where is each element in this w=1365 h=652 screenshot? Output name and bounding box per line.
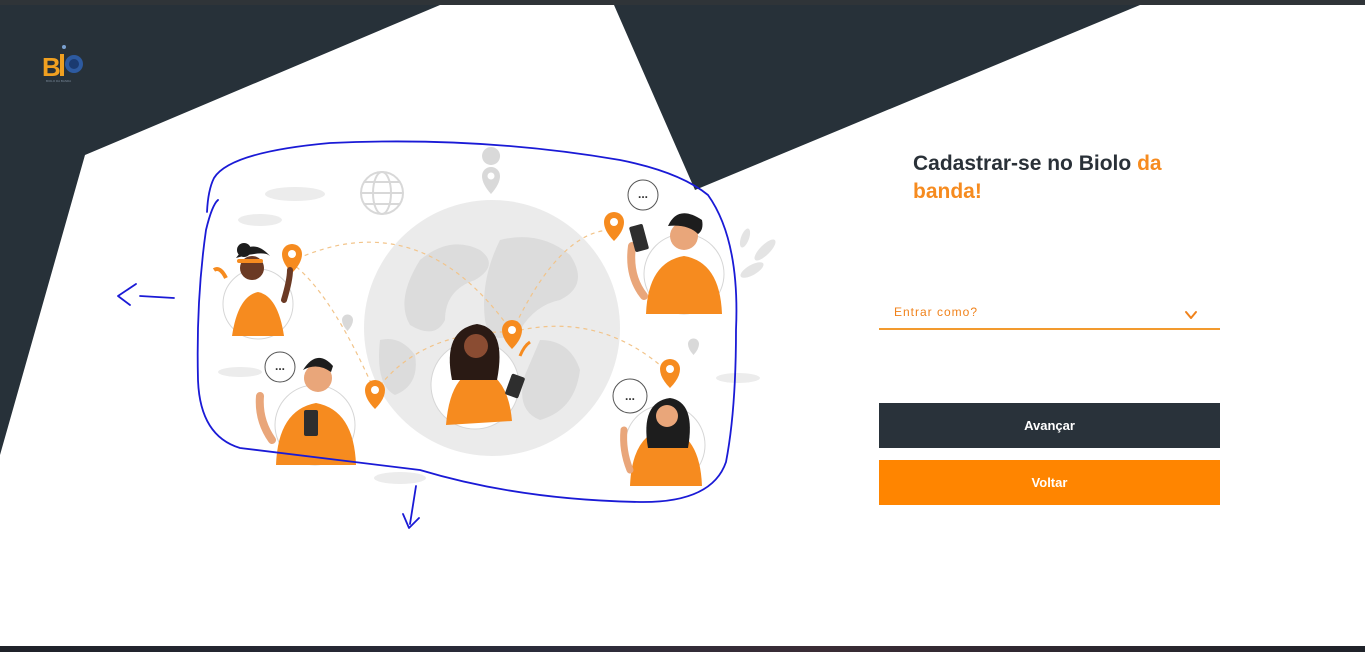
cloud-shape xyxy=(374,472,426,484)
role-select[interactable]: Entrar como? xyxy=(879,300,1220,330)
globe-icon xyxy=(360,171,404,215)
cloud-shape xyxy=(265,187,325,201)
page-title: Cadastrar-se no Biolo da banda! xyxy=(913,152,1162,203)
back-button[interactable]: Voltar xyxy=(879,460,1220,505)
speech-bubble: ... xyxy=(264,351,296,383)
bottom-strip xyxy=(0,646,1365,652)
speech-bubble: ... xyxy=(612,378,648,414)
location-pin-icon xyxy=(482,147,501,194)
leaf-decoration xyxy=(739,228,776,278)
person-avatar: ... xyxy=(255,351,356,466)
role-select-placeholder: Entrar como? xyxy=(894,305,979,319)
left-arrow-icon xyxy=(117,283,175,306)
location-pin-icon xyxy=(688,338,699,355)
cloud-shape xyxy=(238,214,282,226)
speech-bubble: ... xyxy=(627,179,659,211)
location-pin-icon xyxy=(342,314,353,331)
next-button[interactable]: Avançar xyxy=(879,403,1220,448)
person-avatar: ... xyxy=(612,378,706,486)
svg-text:...: ... xyxy=(638,187,648,201)
down-arrow-icon xyxy=(402,485,420,529)
person-avatar: ... xyxy=(627,179,725,315)
chevron-down-icon xyxy=(1185,311,1197,319)
location-pin-icon xyxy=(487,172,495,180)
cloud-shape xyxy=(716,373,760,383)
svg-text:...: ... xyxy=(275,359,285,373)
svg-text:...: ... xyxy=(625,389,635,403)
person-avatar xyxy=(212,243,294,340)
cloud-shape xyxy=(218,367,262,377)
people-network-illustration: ... ... ... xyxy=(117,140,776,529)
signup-page: B BIOLO DA BANDA ... ... ... Cadastrar-s… xyxy=(0,0,1365,652)
